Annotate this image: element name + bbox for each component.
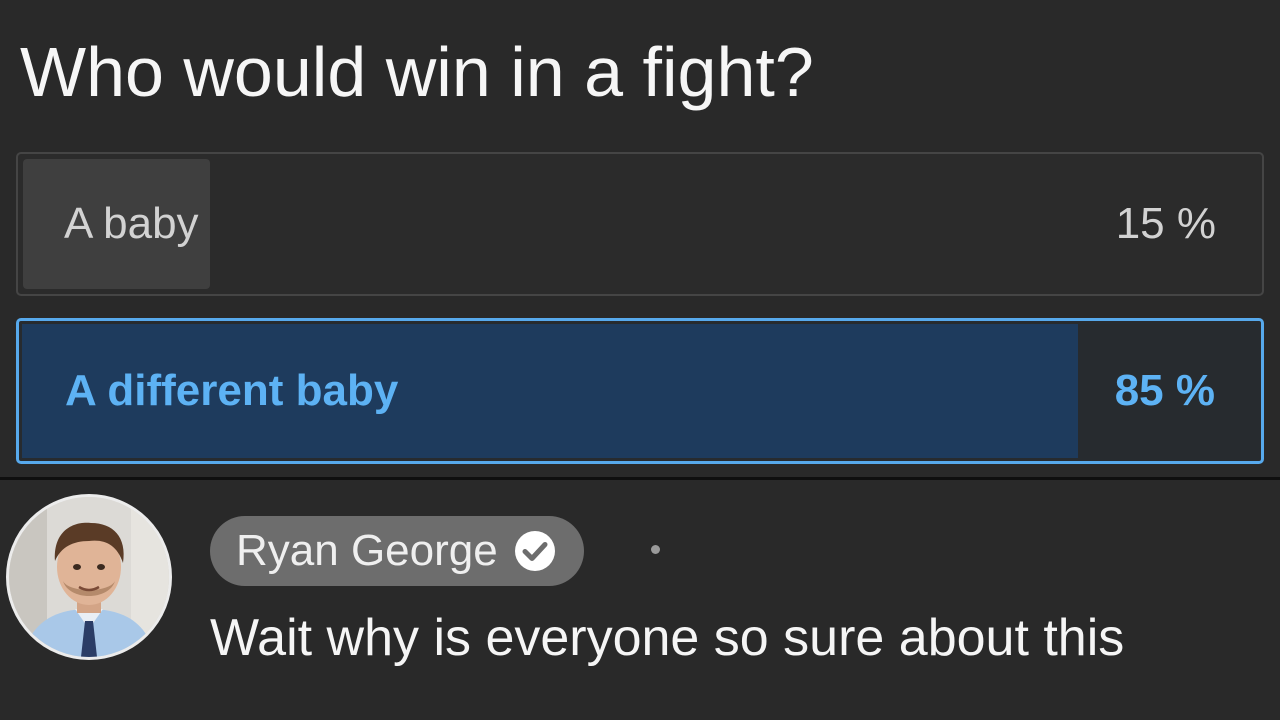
poll-question: Who would win in a fight? xyxy=(20,33,814,111)
poll-option-label: A different baby xyxy=(65,366,399,415)
comment-text: Wait why is everyone so sure about this xyxy=(210,609,1125,667)
avatar[interactable] xyxy=(6,494,172,660)
poll-option-a-different-baby[interactable]: A different baby 85 % xyxy=(16,318,1264,464)
author-name: Ryan George xyxy=(236,526,498,575)
check-circle-icon xyxy=(514,531,555,571)
poll-option-label: A baby xyxy=(64,199,199,248)
poll-screen: Who would win in a fight? A baby 15 % A … xyxy=(0,0,1280,720)
divider xyxy=(0,477,1280,480)
avatar-photo xyxy=(9,497,169,657)
poll-option-percent: 85 % xyxy=(1114,366,1215,415)
poll-option-percent: 15 % xyxy=(1115,199,1216,248)
author-chip[interactable]: Ryan George xyxy=(210,516,584,586)
dot-separator xyxy=(651,545,660,554)
poll-option-a-baby[interactable]: A baby 15 % xyxy=(16,152,1264,296)
